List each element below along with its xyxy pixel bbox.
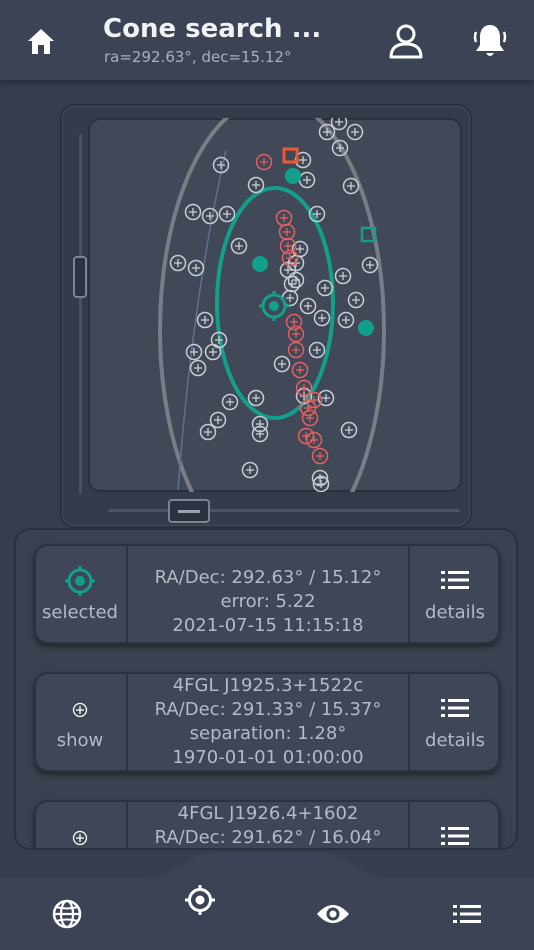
catalog-source-marker (169, 254, 187, 272)
catalog-source-marker (308, 341, 326, 359)
target-icon (65, 566, 95, 596)
details-button[interactable]: details (408, 672, 500, 772)
result-card[interactable]: show 4FGL J1925.3+1522c RA/Dec: 291.33° … (34, 672, 500, 772)
teal-source-marker (252, 256, 268, 272)
details-label: details (425, 730, 485, 751)
catalog-source-marker (316, 279, 334, 297)
list-icon (441, 699, 469, 717)
catalog-source-marker (247, 389, 265, 407)
highlighted-source-marker (311, 447, 329, 465)
result-card-selected[interactable]: selected RA/Dec: 292.63° / 15.12° error:… (34, 544, 500, 644)
catalog-source-marker (298, 171, 316, 189)
catalog-source-marker (189, 359, 207, 377)
sky-map-canvas[interactable] (88, 118, 462, 492)
show-button[interactable] (34, 800, 128, 848)
source-name: 4FGL J1925.3+1522c (172, 675, 364, 696)
horizontal-slider-track[interactable] (108, 509, 460, 512)
catalog-source-marker (184, 203, 202, 221)
results-list[interactable]: selected RA/Dec: 292.63° / 15.12° error:… (16, 530, 516, 848)
catalog-source-marker (273, 355, 291, 373)
catalog-source-marker (201, 207, 219, 225)
sky-map[interactable] (88, 118, 462, 492)
catalog-source-marker (204, 343, 222, 361)
list-icon (441, 827, 469, 845)
page-subtitle: ra=292.63°, dec=15.12° (104, 48, 292, 66)
catalog-source-marker (221, 393, 239, 411)
result-line: 1970-01-01 01:00:00 (172, 747, 364, 768)
highlighted-source-marker (287, 341, 305, 359)
nav-notch (140, 852, 394, 882)
highlighted-source-marker (278, 223, 296, 241)
result-info: RA/Dec: 292.63° / 15.12° error: 5.22 202… (128, 544, 408, 644)
result-line: separation: 1.28° (189, 723, 347, 744)
catalog-source-marker (334, 267, 352, 285)
home-icon[interactable] (24, 24, 58, 58)
teal-source-marker (285, 168, 301, 184)
result-info: 4FGL J1926.4+1602 RA/Dec: 291.62° / 16.0… (128, 800, 408, 848)
catalog-source-marker (209, 411, 227, 429)
source-name: 4FGL J1926.4+1602 (177, 803, 359, 824)
result-line: RA/Dec: 292.63° / 15.12° (154, 567, 382, 588)
details-button[interactable] (408, 800, 500, 848)
catalog-source-marker (287, 271, 305, 289)
catalog-source-marker (230, 237, 248, 255)
select-button[interactable]: selected (34, 544, 128, 644)
catalog-source-marker (313, 309, 331, 327)
highlighted-source-marker (291, 361, 309, 379)
catalog-source-marker (251, 425, 269, 443)
catalog-source-marker (346, 123, 364, 141)
list-icon (441, 571, 469, 589)
result-line: 2021-07-15 11:15:18 (172, 615, 364, 636)
result-card[interactable]: 4FGL J1926.4+1602 RA/Dec: 291.62° / 16.0… (34, 800, 500, 848)
catalog-source-marker (199, 423, 217, 441)
result-line: RA/Dec: 291.33° / 15.37° (154, 699, 382, 720)
highlighted-source-marker (301, 409, 319, 427)
catalog-source-marker (347, 291, 365, 309)
catalog-source-marker (283, 275, 301, 293)
target-icon[interactable] (184, 884, 216, 916)
catalog-source-marker (337, 311, 355, 329)
bell-icon[interactable] (472, 22, 508, 60)
catalog-source-marker (196, 311, 214, 329)
app-header: Cone search ... ra=292.63°, dec=15.12° (0, 0, 534, 80)
catalog-source-marker (247, 176, 265, 194)
highlighted-source-marker (255, 153, 273, 171)
catalog-source-marker (342, 177, 360, 195)
show-button[interactable]: show (34, 672, 128, 772)
result-line: error: 5.22 (220, 591, 316, 612)
list-icon[interactable] (453, 904, 481, 924)
vertical-slider-handle[interactable] (73, 256, 87, 298)
crosshair-small-icon (72, 830, 88, 846)
details-button[interactable]: details (408, 544, 500, 644)
highlighted-source-marker (275, 209, 293, 227)
result-line: RA/Dec: 291.62° / 16.04° (154, 827, 382, 848)
selected-target-icon (259, 291, 289, 321)
catalog-source-marker (187, 259, 205, 277)
catalog-source-marker (185, 343, 203, 361)
catalog-source-marker (340, 421, 358, 439)
teal-source-marker (358, 320, 374, 336)
crosshair-small-icon (72, 702, 88, 718)
catalog-source-marker (218, 205, 236, 223)
result-info: 4FGL J1925.3+1522c RA/Dec: 291.33° / 15.… (128, 672, 408, 772)
user-icon[interactable] (388, 22, 424, 60)
catalog-source-marker (299, 297, 317, 315)
catalog-source-marker (241, 461, 259, 479)
globe-icon[interactable] (52, 899, 82, 929)
details-label: details (425, 602, 485, 623)
catalog-source-marker (330, 118, 348, 131)
catalog-source-marker (361, 256, 379, 274)
eye-icon[interactable] (316, 902, 350, 926)
select-label: selected (42, 602, 118, 623)
vertical-slider-track[interactable] (79, 134, 82, 494)
page-title: Cone search ... (103, 14, 322, 44)
show-label: show (56, 730, 104, 751)
horizontal-slider-handle[interactable] (168, 499, 210, 523)
